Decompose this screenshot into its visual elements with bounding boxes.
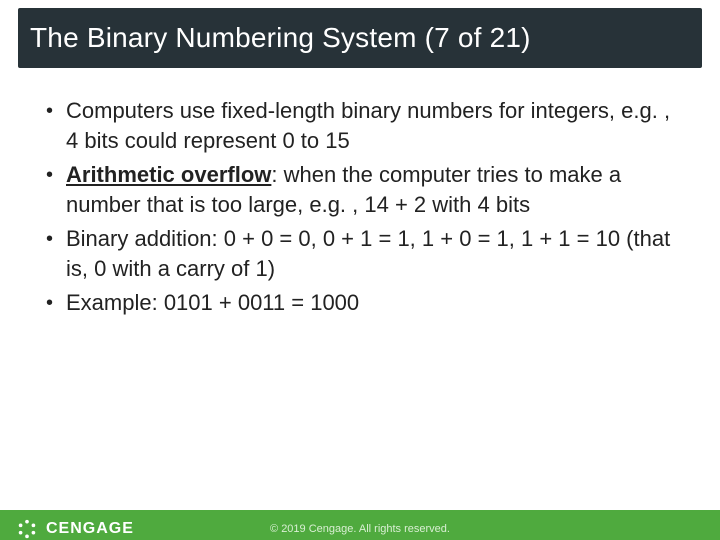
bullet-dot: • bbox=[42, 288, 66, 318]
slide-body: • Computers use fixed-length binary numb… bbox=[0, 68, 720, 318]
bullet-dot: • bbox=[42, 224, 66, 254]
bullet-list: • Computers use fixed-length binary numb… bbox=[42, 96, 678, 318]
cengage-logo-icon bbox=[16, 518, 38, 540]
bullet-dot: • bbox=[42, 160, 66, 190]
brand-name: CENGAGE bbox=[46, 520, 134, 538]
copyright-text: © 2019 Cengage. All rights reserved. bbox=[270, 523, 450, 535]
footer-bar: CENGAGE © 2019 Cengage. All rights reser… bbox=[0, 510, 720, 540]
bullet-text: Arithmetic overflow: when the computer t… bbox=[66, 160, 678, 220]
bullet-text: Example: 0101 + 0011 = 1000 bbox=[66, 288, 359, 318]
list-item: • Binary addition: 0 + 0 = 0, 0 + 1 = 1,… bbox=[42, 224, 678, 284]
brand: CENGAGE bbox=[16, 518, 134, 540]
list-item: • Example: 0101 + 0011 = 1000 bbox=[42, 288, 678, 318]
slide-title: The Binary Numbering System (7 of 21) bbox=[30, 22, 531, 54]
list-item: • Arithmetic overflow: when the computer… bbox=[42, 160, 678, 220]
bullet-text: Binary addition: 0 + 0 = 0, 0 + 1 = 1, 1… bbox=[66, 224, 678, 284]
list-item: • Computers use fixed-length binary numb… bbox=[42, 96, 678, 156]
bullet-dot: • bbox=[42, 96, 66, 126]
title-bar: The Binary Numbering System (7 of 21) bbox=[18, 8, 702, 68]
bullet-text: Computers use fixed-length binary number… bbox=[66, 96, 678, 156]
